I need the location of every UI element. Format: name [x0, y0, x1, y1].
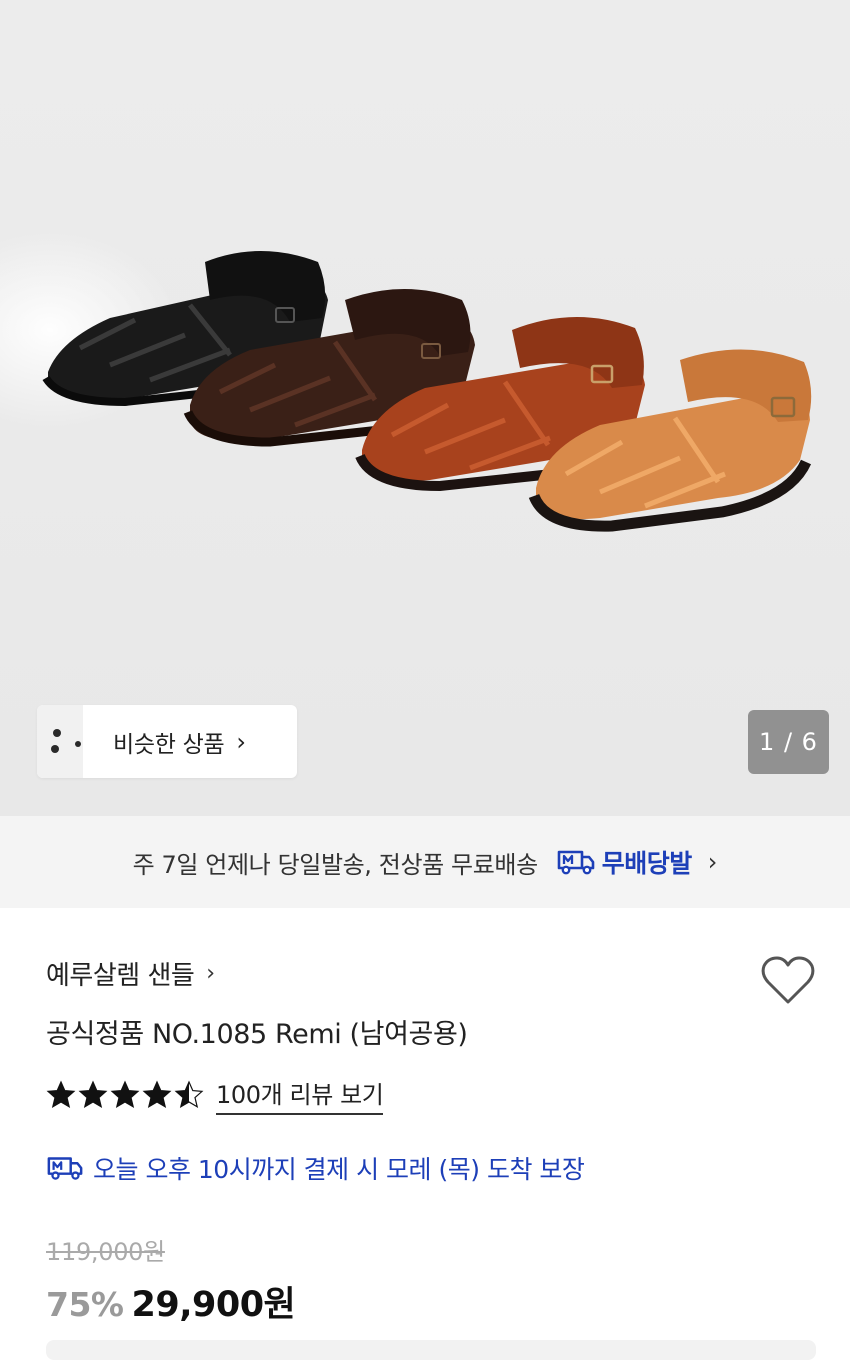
chevron-right-icon: › — [206, 961, 216, 986]
shipping-banner-text: 주 7일 언제나 당일발송, 전상품 무료배송 — [132, 850, 539, 879]
star-icon — [142, 1080, 172, 1109]
star-icon — [110, 1080, 140, 1109]
original-price: 119,000원 — [46, 1238, 165, 1266]
chevron-right-icon: › — [707, 848, 718, 876]
brand-name: 예루살렘 샌들 — [46, 961, 195, 991]
price-row: 75% 29,900원 — [46, 1276, 296, 1327]
image-counter: 1 / 6 — [748, 710, 829, 774]
chevron-right-icon: › — [236, 727, 246, 756]
product-image-gallery[interactable]: 비슷한 상품 › 1 / 6 — [0, 0, 850, 816]
shipping-brand: 무배당발 — [601, 849, 693, 878]
delivery-text: 오늘 오후 10시까지 결제 시 모레 (목) 도착 보장 — [93, 1155, 585, 1184]
discount-rate: 75% — [46, 1285, 124, 1324]
heart-icon[interactable] — [760, 955, 816, 1007]
similar-products-thumbnail — [37, 705, 83, 778]
shipping-banner[interactable]: 주 7일 언제나 당일발송, 전상품 무료배송 무배당발 › — [0, 816, 850, 908]
product-photo-sandals — [42, 251, 812, 532]
similar-products-button[interactable]: 비슷한 상품 › — [37, 705, 297, 778]
star-icon — [174, 1080, 204, 1109]
star-icon — [46, 1080, 76, 1109]
review-link[interactable]: 100개 리뷰 보기 — [216, 1075, 384, 1115]
delivery-guarantee: 오늘 오후 10시까지 결제 시 모레 (목) 도착 보장 — [46, 1150, 585, 1186]
truck-m-icon — [557, 850, 595, 875]
rating-row: 100개 리뷰 보기 — [46, 1075, 384, 1115]
sale-price: 29,900원 — [131, 1285, 296, 1325]
brand-link[interactable]: 예루살렘 샌들 › — [46, 955, 215, 992]
product-title: 공식정품 NO.1085 Remi (남여공용) — [46, 1019, 468, 1050]
next-section-edge — [46, 1340, 816, 1360]
star-icon — [78, 1080, 108, 1109]
rating-stars — [46, 1080, 204, 1110]
truck-m-icon — [47, 1157, 83, 1180]
similar-products-label: 비슷한 상품 — [113, 731, 225, 758]
